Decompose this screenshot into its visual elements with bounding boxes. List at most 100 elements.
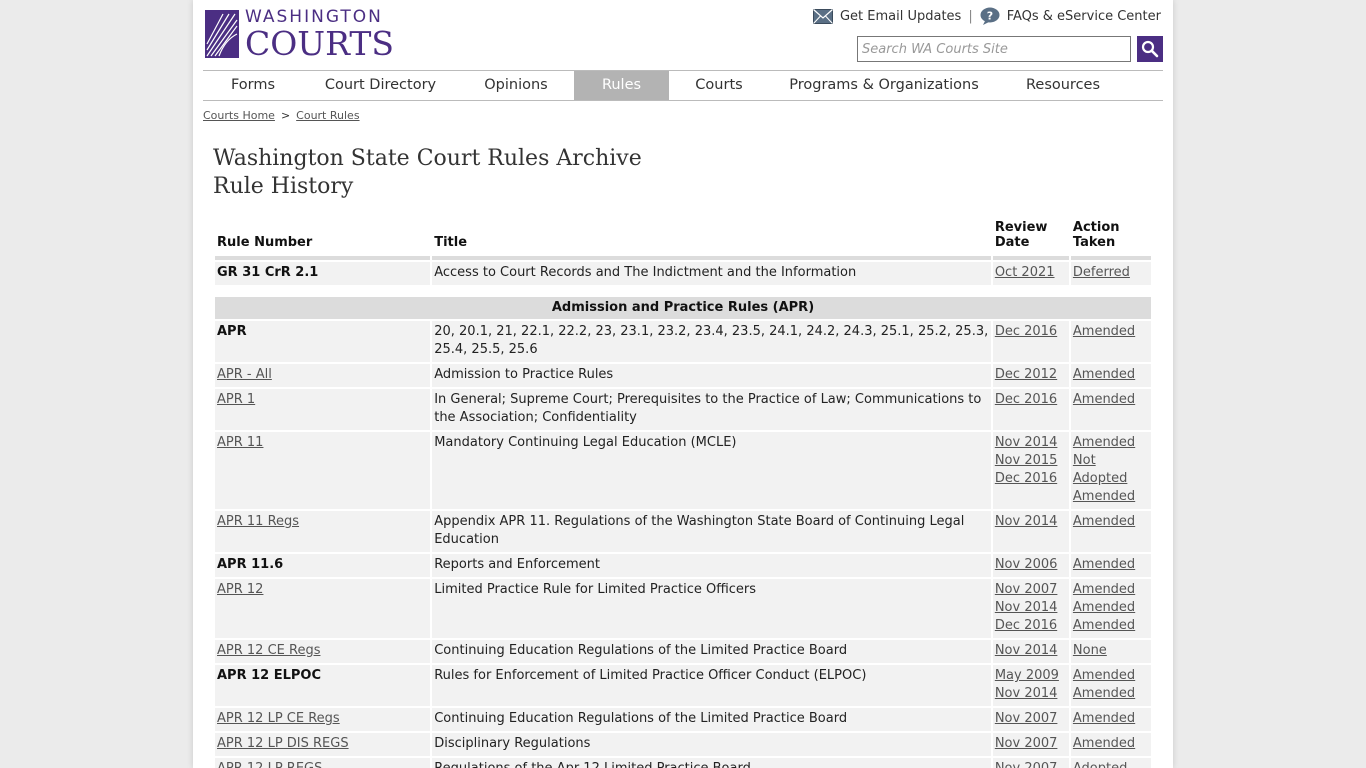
action-link[interactable]: Amended xyxy=(1073,323,1149,341)
table-row: APR 12 Limited Practice Rule for Limited … xyxy=(215,579,1151,638)
rule-number-cell: APR 1 xyxy=(215,389,431,430)
action-link[interactable]: Amended xyxy=(1073,488,1149,506)
review-date-link[interactable]: Dec 2016 xyxy=(995,323,1067,341)
rule-number-link[interactable]: APR 12 LP REGS xyxy=(217,761,322,768)
breadcrumb-courts-home[interactable]: Courts Home xyxy=(203,109,275,122)
nav-courts[interactable]: Courts xyxy=(669,71,769,100)
washington-courts-logo[interactable]: WASHINGTON COURTS xyxy=(205,8,405,60)
action-link[interactable]: Deferred xyxy=(1073,265,1130,280)
rule-number-cell: APR 12 ELPOC xyxy=(215,665,431,706)
faq-eservice-link[interactable]: FAQs & eService Center xyxy=(1007,9,1161,24)
rule-number-link[interactable]: APR 12 CE Regs xyxy=(217,643,320,658)
action-cell: Amended xyxy=(1070,364,1151,387)
section-header-row: Admission and Practice Rules (APR) xyxy=(215,297,1151,319)
action-link[interactable]: Amended xyxy=(1073,513,1149,531)
review-date-link[interactable]: Dec 2012 xyxy=(995,366,1067,384)
nav-resources[interactable]: Resources xyxy=(999,71,1127,100)
review-date-link[interactable]: Nov 2014 xyxy=(995,434,1067,452)
review-date-link[interactable]: Nov 2015 xyxy=(995,452,1067,470)
nav-rules[interactable]: Rules xyxy=(574,71,669,100)
action-link[interactable]: Amended xyxy=(1073,391,1149,409)
action-link[interactable]: Amended xyxy=(1073,735,1149,753)
action-link[interactable]: Amended xyxy=(1073,581,1149,599)
action-link[interactable]: Amended xyxy=(1073,710,1149,728)
review-date-link[interactable]: Nov 2014 xyxy=(995,642,1067,660)
review-date-link[interactable]: Dec 2016 xyxy=(995,391,1067,409)
review-date-cell: May 2009 Nov 2014 xyxy=(992,665,1069,706)
action-link[interactable]: Not xyxy=(1073,452,1149,470)
logo-mark-icon xyxy=(205,10,239,58)
breadcrumb-court-rules[interactable]: Court Rules xyxy=(296,109,359,122)
rule-title-cell: Regulations of the Apr 12 Limited Practi… xyxy=(432,758,991,768)
review-date-cell: Dec 2012 xyxy=(992,364,1069,387)
section-header-apr: Admission and Practice Rules (APR) xyxy=(215,297,1151,319)
review-date-link[interactable]: Nov 2006 xyxy=(995,556,1067,574)
nav-programs-organizations[interactable]: Programs & Organizations xyxy=(769,71,999,100)
email-updates-link[interactable]: Get Email Updates xyxy=(840,9,961,24)
table-row: APR 12 LP REGS Regulations of the Apr 12 … xyxy=(215,758,1151,768)
review-date-cell: Nov 2007 xyxy=(992,708,1069,731)
rule-number-link[interactable]: APR 12 xyxy=(217,582,263,597)
table-row: APR 1 In General; Supreme Court; Prerequi… xyxy=(215,389,1151,430)
action-cell: Amended Amended Amended xyxy=(1070,579,1151,638)
site-search xyxy=(857,36,1163,62)
action-cell: Amended xyxy=(1070,554,1151,577)
question-bubble-icon: ? xyxy=(980,7,1000,25)
review-date-link[interactable]: Nov 2014 xyxy=(995,685,1067,703)
review-date-link[interactable]: Nov 2007 xyxy=(995,760,1067,768)
action-link[interactable]: Amended xyxy=(1073,599,1149,617)
review-date-cell: Dec 2016 xyxy=(992,321,1069,362)
table-row: APR 12 ELPOC Rules for Enforcement of Lim… xyxy=(215,665,1151,706)
review-date-link[interactable]: Dec 2016 xyxy=(995,470,1067,488)
action-link[interactable]: Adopted xyxy=(1073,470,1149,488)
action-link[interactable]: None xyxy=(1073,642,1149,660)
review-date-link[interactable]: Nov 2007 xyxy=(995,581,1067,599)
search-input[interactable] xyxy=(857,36,1131,62)
review-date-link[interactable]: Nov 2014 xyxy=(995,599,1067,617)
action-link[interactable]: Amended xyxy=(1073,617,1149,635)
review-date-link[interactable]: Dec 2016 xyxy=(995,617,1067,635)
link-separator: | xyxy=(968,8,973,24)
review-date-link[interactable]: Oct 2021 xyxy=(995,265,1055,280)
action-cell: Amended Not Adopted Amended xyxy=(1070,432,1151,509)
action-link[interactable]: Amended xyxy=(1073,667,1149,685)
rule-number-cell: APR xyxy=(215,321,431,362)
table-row: APR 12 CE Regs Continuing Education Regul… xyxy=(215,640,1151,663)
review-date-link[interactable]: Nov 2014 xyxy=(995,513,1067,531)
review-date-link[interactable]: Nov 2007 xyxy=(995,735,1067,753)
review-date-cell: Nov 2007 xyxy=(992,733,1069,756)
action-link[interactable]: Amended xyxy=(1073,685,1149,703)
rule-title-cell: Continuing Education Regulations of the … xyxy=(432,640,991,663)
review-date-link[interactable]: Nov 2007 xyxy=(995,710,1067,728)
search-button[interactable] xyxy=(1137,36,1163,62)
envelope-icon xyxy=(812,8,833,24)
rule-number-link[interactable]: APR 1 xyxy=(217,392,255,407)
rule-number-link[interactable]: APR - All xyxy=(217,367,272,382)
table-header-row: Rule Number Title Review Date Action Taken xyxy=(215,217,1151,260)
nav-opinions[interactable]: Opinions xyxy=(458,71,574,100)
action-link[interactable]: Amended xyxy=(1073,434,1149,452)
rule-number-link[interactable]: APR 11 xyxy=(217,435,263,450)
action-cell: Adopted xyxy=(1070,758,1151,768)
page-title-line2: Rule History xyxy=(213,174,354,199)
action-link[interactable]: Amended xyxy=(1073,366,1149,384)
action-cell: Amended xyxy=(1070,511,1151,552)
nav-court-directory[interactable]: Court Directory xyxy=(303,71,458,100)
header-title: Title xyxy=(432,217,991,260)
action-cell: Amended Amended xyxy=(1070,665,1151,706)
header-review-date-line1: Review xyxy=(994,220,1048,235)
review-date-cell: Nov 2014 xyxy=(992,640,1069,663)
rule-number-link[interactable]: APR 12 LP CE Regs xyxy=(217,711,340,726)
nav-forms[interactable]: Forms xyxy=(203,71,303,100)
action-link[interactable]: Adopted xyxy=(1073,760,1149,768)
breadcrumb-arrow: > xyxy=(280,109,291,122)
review-date-link[interactable]: May 2009 xyxy=(995,667,1067,685)
review-date-cell: Nov 2014 xyxy=(992,511,1069,552)
table-row: APR 11 Mandatory Continuing Legal Educati… xyxy=(215,432,1151,509)
rule-title-cell: Admission to Practice Rules xyxy=(432,364,991,387)
rule-number-link[interactable]: APR 12 LP DIS REGS xyxy=(217,736,349,751)
header-action-taken: Action Taken xyxy=(1070,217,1151,260)
action-link[interactable]: Amended xyxy=(1073,556,1149,574)
rule-number-link[interactable]: APR 11 Regs xyxy=(217,514,299,529)
svg-text:?: ? xyxy=(987,10,993,23)
